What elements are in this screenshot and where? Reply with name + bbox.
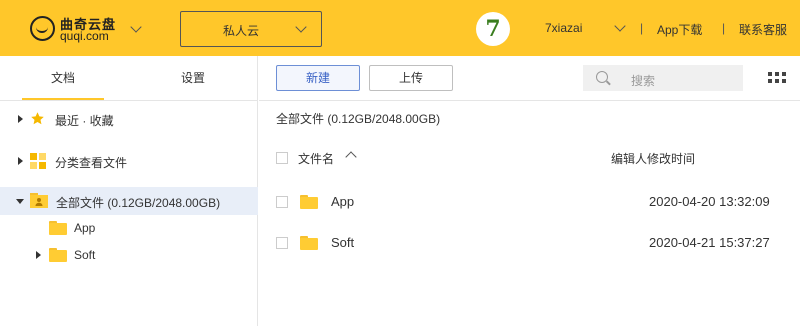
folder-icon (300, 195, 318, 209)
search-box[interactable]: 搜索 (583, 65, 743, 91)
breadcrumb[interactable]: 全部文件 (0.12GB/2048.00GB) (276, 110, 440, 127)
sidebar-folder-label: Soft (74, 248, 96, 262)
logo[interactable]: 曲奇云盘 quqi.com (30, 12, 120, 44)
header-separator: | (722, 21, 726, 35)
space-select-dropdown[interactable]: 私人云 (180, 11, 322, 47)
column-header-modified[interactable]: 编辑人修改时间 (611, 150, 695, 167)
grid-view-icon[interactable] (768, 72, 788, 86)
modified-time: 2020-04-20 13:32:09 (649, 194, 770, 209)
username[interactable]: 7xiazai (545, 21, 582, 35)
folder-icon (300, 236, 318, 250)
sidebar-item-all-files[interactable]: 全部文件 (0.12GB/2048.00GB) (0, 187, 258, 215)
expand-right-icon[interactable] (18, 157, 23, 165)
space-select-value: 私人云 (222, 24, 259, 38)
folder-icon (49, 221, 67, 235)
logo-menu-chevron-down-icon[interactable] (130, 21, 142, 33)
collapse-down-icon[interactable] (16, 199, 24, 204)
tab-settings[interactable]: 设置 (152, 56, 234, 100)
app-download-link[interactable]: App下载 (657, 21, 702, 38)
row-checkbox[interactable] (276, 237, 288, 249)
tabs-divider (0, 100, 258, 101)
folder-icon (49, 248, 67, 262)
sidebar-item-label: 分类查看文件 (55, 156, 128, 170)
column-header-name[interactable]: 文件名 (298, 150, 334, 167)
upload-button[interactable]: 上传 (369, 65, 453, 91)
top-bar: 曲奇云盘 quqi.com 私人云 7 7xiazai | App下载 | 联系… (0, 0, 800, 56)
logo-mark-icon (30, 16, 55, 41)
search-icon[interactable] (596, 71, 608, 83)
toolbar-divider (259, 100, 800, 101)
modified-time: 2020-04-21 15:37:27 (649, 235, 770, 250)
sidebar-folder-soft[interactable]: Soft (0, 241, 258, 269)
star-icon (31, 112, 44, 125)
tab-documents[interactable]: 文档 (22, 56, 104, 100)
sidebar: 文档 设置 最近 · 收藏 分类查看文件 全部文件 (0.12GB/2048.0… (0, 56, 258, 326)
select-all-checkbox[interactable] (276, 152, 288, 164)
expand-right-icon[interactable] (36, 251, 41, 259)
sidebar-folder-label: App (74, 221, 96, 235)
avatar-text: 7 (485, 16, 501, 42)
avatar[interactable]: 7 (476, 12, 510, 46)
file-name[interactable]: App (331, 194, 354, 209)
row-checkbox[interactable] (276, 196, 288, 208)
search-input[interactable]: 搜索 (631, 72, 655, 89)
sort-ascending-icon[interactable] (345, 151, 357, 163)
table-row[interactable]: App 2020-04-20 13:32:09 (259, 188, 800, 216)
new-button[interactable]: 新建 (276, 65, 360, 91)
folder-user-icon (30, 193, 48, 208)
sidebar-item-label: 全部文件 (0.12GB/2048.00GB) (56, 196, 221, 210)
file-name[interactable]: Soft (331, 235, 354, 250)
main-panel: 新建 上传 搜索 全部文件 (0.12GB/2048.00GB) 文件名 编辑人… (259, 56, 800, 326)
category-icon (30, 153, 46, 169)
sidebar-item-label: 最近 · 收藏 (55, 114, 114, 128)
table-row[interactable]: Soft 2020-04-21 15:37:27 (259, 228, 800, 256)
user-menu-chevron-down-icon[interactable] (614, 20, 626, 32)
logo-text-en: quqi.com (60, 29, 109, 43)
sidebar-item-categories[interactable]: 分类查看文件 (0, 147, 258, 175)
expand-right-icon[interactable] (18, 115, 23, 123)
header-separator: | (640, 21, 644, 35)
contact-service-link[interactable]: 联系客服 (739, 21, 787, 38)
sidebar-folder-app[interactable]: App (0, 214, 258, 242)
sidebar-item-recent-favorites[interactable]: 最近 · 收藏 (0, 105, 258, 133)
